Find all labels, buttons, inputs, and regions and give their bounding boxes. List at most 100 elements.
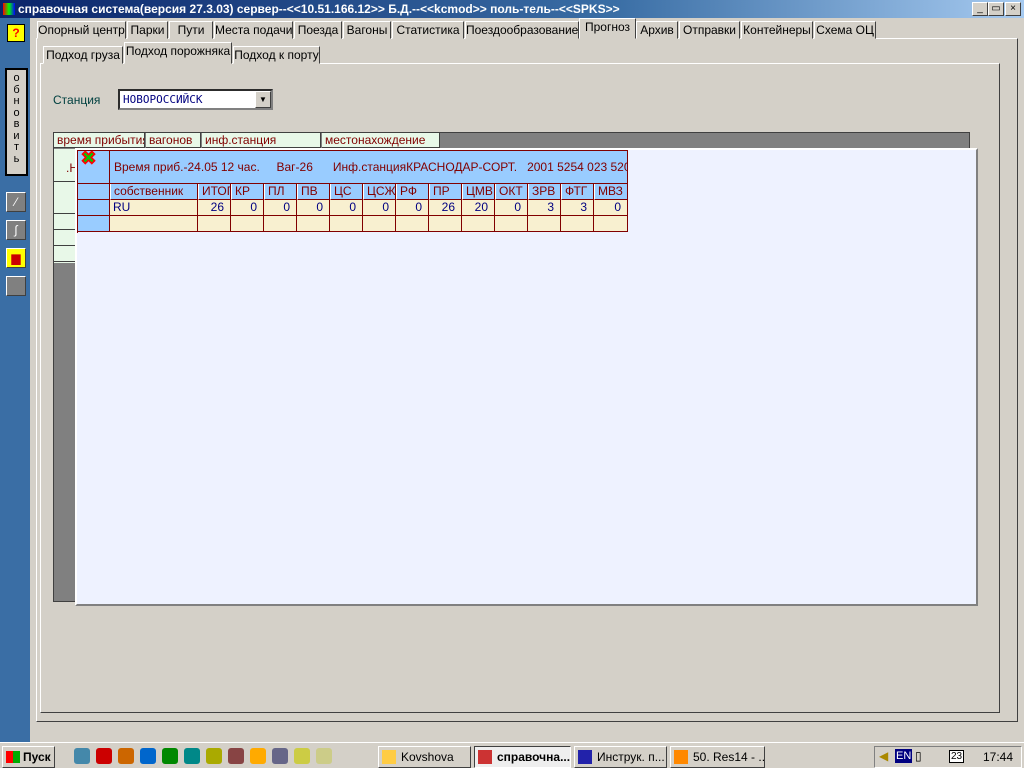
msn-icon[interactable] xyxy=(96,748,112,764)
taskbar-task-1[interactable]: справочна... xyxy=(474,746,571,768)
column-header[interactable]: ЦМВ xyxy=(462,184,495,200)
windows-logo-icon xyxy=(6,751,20,763)
task-label: 50. Res14 - ... xyxy=(693,750,765,764)
task-label: справочна... xyxy=(497,750,571,764)
empty-cell xyxy=(561,216,594,232)
tools-icon[interactable]: ▆ xyxy=(6,248,26,268)
ie-icon[interactable] xyxy=(140,748,156,764)
taskbar: Пуск Kovshova справочна... Инструк. п... 50… xyxy=(0,742,1024,768)
row-selector[interactable] xyxy=(78,184,110,200)
refresh-button[interactable]: обновить xyxy=(5,68,28,176)
maximize-button[interactable]: ▭ xyxy=(988,2,1004,16)
station-value: НОВОРОССИЙСК xyxy=(123,93,203,106)
volume-icon[interactable]: ◀ xyxy=(879,749,888,763)
close-popup-button[interactable]: ✖ xyxy=(78,151,110,184)
table-cell: RU xyxy=(110,200,198,216)
column-header[interactable]: ОКТ xyxy=(495,184,528,200)
folder-up-icon[interactable] xyxy=(294,748,310,764)
taskbar-task-2[interactable]: Инструк. п... xyxy=(574,746,667,768)
row-header-column: .Н xyxy=(54,149,78,263)
table-cell: 26 xyxy=(198,200,231,216)
table-cell: 0 xyxy=(231,200,264,216)
tab-0[interactable]: Опорный центр xyxy=(37,21,126,39)
grid-header-3[interactable]: местонахождение xyxy=(322,133,440,148)
close-button[interactable]: × xyxy=(1005,2,1021,16)
grid-header-1[interactable]: вагонов xyxy=(146,133,201,148)
table-cell: 20 xyxy=(462,200,495,216)
table-cell: 0 xyxy=(495,200,528,216)
folder-image-icon[interactable] xyxy=(316,748,332,764)
column-header[interactable]: КР xyxy=(231,184,264,200)
column-header[interactable]: ЗРВ xyxy=(528,184,561,200)
table-cell: 0 xyxy=(594,200,628,216)
subtab-2[interactable]: Подход к порту xyxy=(233,46,320,64)
empty-cell xyxy=(198,216,231,232)
table-cell: 3 xyxy=(528,200,561,216)
column-header[interactable]: МВЗ xyxy=(594,184,628,200)
taskbar-task-0[interactable]: Kovshova xyxy=(378,746,471,768)
tab-4[interactable]: Поезда xyxy=(294,21,342,39)
column-header[interactable]: собственник xyxy=(110,184,198,200)
calendar-icon[interactable]: 23 xyxy=(949,750,965,763)
taskbar-task-3[interactable]: 50. Res14 - ... xyxy=(670,746,765,768)
window-title: справочная система(версия 27.3.03) серве… xyxy=(18,2,620,16)
column-header[interactable]: ИТОГ xyxy=(198,184,231,200)
tab-9[interactable]: Архив xyxy=(636,21,678,39)
empty-cell xyxy=(396,216,429,232)
empty-cell xyxy=(297,216,330,232)
eraser-icon[interactable]: ⁄ xyxy=(6,192,26,212)
tab-6[interactable]: Статистика xyxy=(392,21,464,39)
table-cell: 0 xyxy=(363,200,396,216)
tool-icon[interactable] xyxy=(228,748,244,764)
tab-12[interactable]: Схема ОЦ xyxy=(814,21,876,39)
language-indicator[interactable]: EN xyxy=(895,749,913,763)
notepad-icon[interactable] xyxy=(206,748,222,764)
column-header[interactable]: ПР xyxy=(429,184,462,200)
column-header[interactable]: ФТГ xyxy=(561,184,594,200)
table-cell: 0 xyxy=(396,200,429,216)
tab-8[interactable]: Прогноз xyxy=(579,18,636,39)
left-toolbar: ? обновить ⁄ ∫ ▆ xyxy=(0,18,33,742)
column-header[interactable]: ЦС xyxy=(330,184,363,200)
tab-10[interactable]: Отправки xyxy=(679,21,740,39)
media-icon[interactable] xyxy=(118,748,134,764)
table-cell: 0 xyxy=(264,200,297,216)
calc-icon[interactable] xyxy=(184,748,200,764)
minimize-button[interactable]: _ xyxy=(972,2,988,16)
tab-7[interactable]: Поездообразование xyxy=(465,21,579,39)
row-selector[interactable] xyxy=(78,216,110,232)
tab-3[interactable]: Места подачи xyxy=(214,21,293,39)
grid-header-0[interactable]: время прибытия xyxy=(54,133,145,148)
grid-header-2[interactable]: инф.станция xyxy=(202,133,321,148)
show-desktop-icon[interactable] xyxy=(74,748,90,764)
station-select[interactable]: НОВОРОССИЙСК ▼ xyxy=(118,89,273,110)
excel-icon[interactable] xyxy=(162,748,178,764)
row-selector[interactable] xyxy=(78,200,110,216)
column-header[interactable]: РФ xyxy=(396,184,429,200)
chevron-down-icon[interactable]: ▼ xyxy=(255,91,271,108)
system-tray: ◀ EN ▯ 23 17:44 xyxy=(874,746,1022,768)
network-icon[interactable]: ▯ xyxy=(915,749,922,763)
empty-cell xyxy=(495,216,528,232)
tab-5[interactable]: Вагоны xyxy=(343,21,391,39)
help-button[interactable]: ? xyxy=(7,24,25,42)
column-header[interactable]: ПЛ xyxy=(264,184,297,200)
curve-icon[interactable]: ∫ xyxy=(6,220,26,240)
start-button[interactable]: Пуск xyxy=(2,746,55,768)
tab-11[interactable]: Контейнеры xyxy=(741,21,813,39)
network-icon[interactable] xyxy=(272,748,288,764)
column-header[interactable]: ПВ xyxy=(297,184,330,200)
empty-cell xyxy=(264,216,297,232)
table-cell: 0 xyxy=(330,200,363,216)
table-cell: 0 xyxy=(297,200,330,216)
empty-cell xyxy=(528,216,561,232)
lightning-icon[interactable] xyxy=(250,748,266,764)
blank-tool-button[interactable] xyxy=(6,276,26,296)
empty-cell xyxy=(231,216,264,232)
column-header[interactable]: ЦСЖ xyxy=(363,184,396,200)
tab-1[interactable]: Парки xyxy=(127,21,168,39)
subtab-1[interactable]: Подход порожняка xyxy=(124,42,232,64)
subtab-0[interactable]: Подход груза xyxy=(43,46,123,64)
station-label: Станция xyxy=(53,93,101,107)
tab-2[interactable]: Пути xyxy=(169,21,213,39)
